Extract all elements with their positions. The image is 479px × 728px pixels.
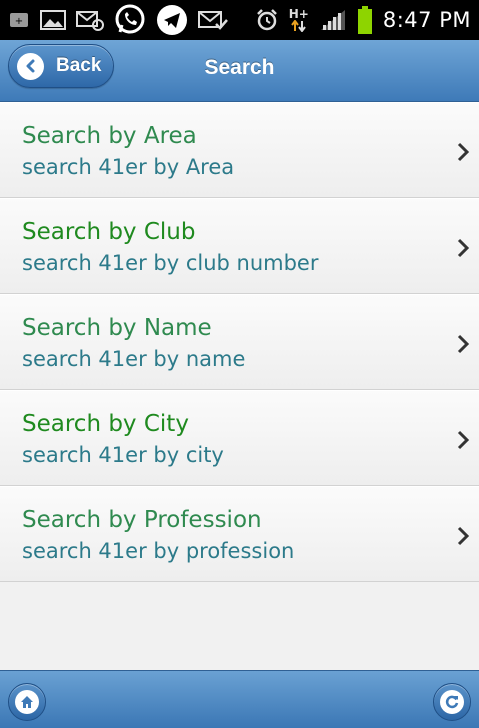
status-bar-right: H+ 8:47 PM (255, 6, 471, 34)
chevron-right-icon (457, 238, 470, 258)
header-bar: Back Search (0, 40, 479, 102)
list-item-search-by-club[interactable]: Search by Club search 41er by club numbe… (0, 198, 479, 294)
list-item-title: Search by City (22, 411, 189, 437)
signal-icon (319, 8, 347, 32)
alarm-icon (255, 8, 279, 32)
list-item-title: Search by Area (22, 123, 197, 149)
gallery-icon (40, 9, 66, 31)
list-item-subtitle: search 41er by city (22, 443, 224, 467)
home-icon (15, 690, 39, 714)
telegram-icon (156, 4, 188, 36)
list-item-search-by-city[interactable]: Search by City search 41er by city (0, 390, 479, 486)
mail-check-icon (198, 9, 228, 31)
status-bar-left: + (8, 4, 228, 36)
list-item-search-by-area[interactable]: Search by Area search 41er by Area (0, 102, 479, 198)
battery-icon (357, 6, 373, 34)
search-options-list: Search by Area search 41er by Area Searc… (0, 102, 479, 582)
back-button[interactable]: Back (8, 44, 114, 88)
notification-icon: + (8, 9, 30, 31)
home-button[interactable] (8, 683, 46, 721)
list-item-subtitle: search 41er by name (22, 347, 246, 371)
status-bar: + H+ 8:47 PM (0, 0, 479, 40)
list-item-subtitle: search 41er by club number (22, 251, 319, 275)
list-item-search-by-name[interactable]: Search by Name search 41er by name (0, 294, 479, 390)
chevron-right-icon (457, 142, 470, 162)
list-item-search-by-profession[interactable]: Search by Profession search 41er by prof… (0, 486, 479, 582)
whatsapp-icon (114, 4, 146, 36)
list-item-title: Search by Name (22, 315, 212, 341)
list-item-title: Search by Club (22, 219, 196, 245)
back-arrow-icon (17, 52, 44, 80)
svg-text:+: + (15, 16, 23, 27)
email-icon (76, 9, 104, 31)
chevron-right-icon (457, 526, 470, 546)
network-icon: H+ (289, 8, 309, 32)
refresh-button[interactable] (433, 683, 471, 721)
refresh-icon (440, 690, 464, 714)
list-item-title: Search by Profession (22, 507, 262, 533)
status-time: 8:47 PM (382, 8, 471, 32)
list-item-subtitle: search 41er by profession (22, 539, 295, 563)
list-item-subtitle: search 41er by Area (22, 155, 235, 179)
network-type-label: H+ (288, 7, 309, 21)
footer-bar (0, 670, 479, 728)
back-button-label: Back (56, 55, 102, 76)
chevron-right-icon (457, 334, 470, 354)
chevron-right-icon (457, 430, 470, 450)
